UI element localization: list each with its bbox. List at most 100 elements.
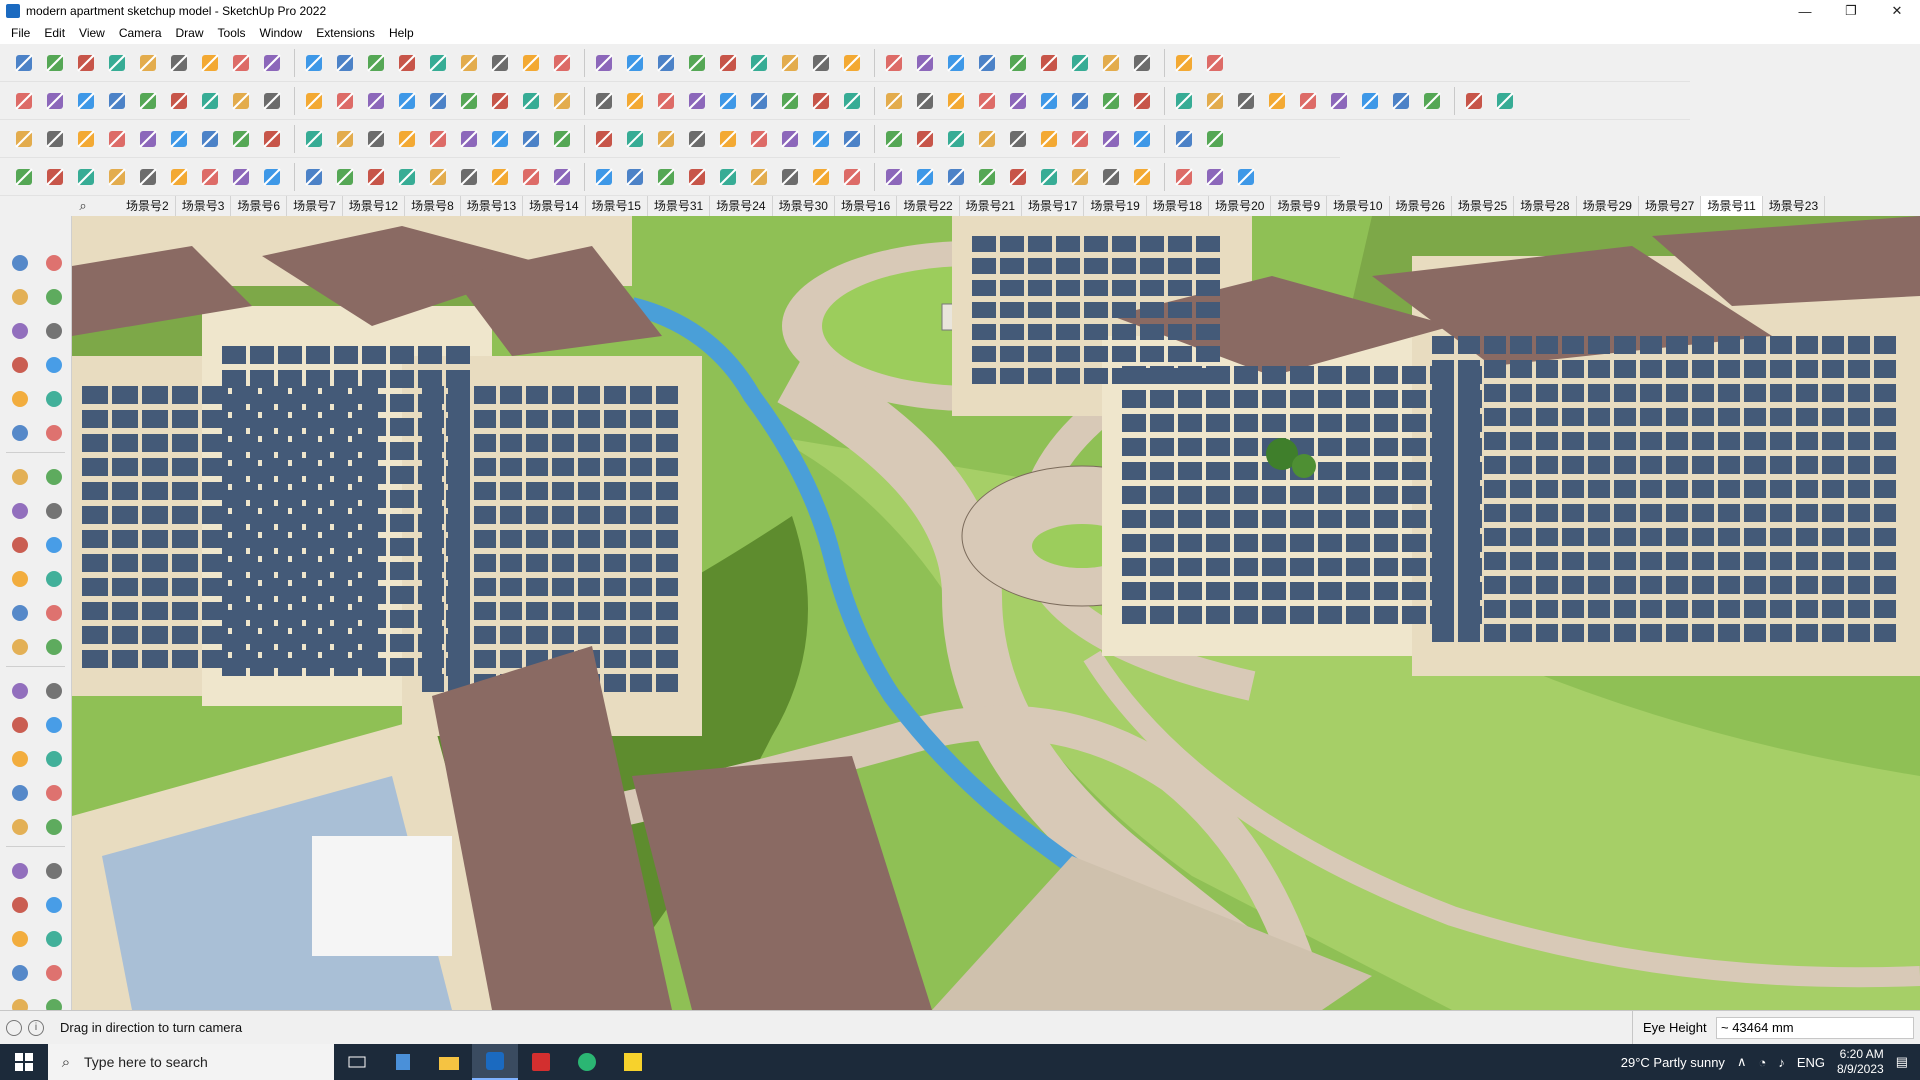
scene-tab[interactable]: 场景号15: [586, 196, 648, 216]
tool-button-icon[interactable]: [103, 49, 131, 77]
tool-button-icon[interactable]: [103, 125, 131, 153]
scene-tab[interactable]: 场景号18: [1147, 196, 1210, 216]
tool-button-icon[interactable]: [362, 163, 390, 191]
tool-button-icon[interactable]: [745, 49, 773, 77]
taskbar-search[interactable]: ⌕ Type here to search: [48, 1044, 334, 1080]
menu-camera[interactable]: Camera: [112, 22, 169, 44]
tool-button-icon[interactable]: [331, 49, 359, 77]
scene-tab[interactable]: 场景号14: [523, 196, 586, 216]
tool-button-icon[interactable]: [621, 125, 649, 153]
start-button[interactable]: [0, 1044, 48, 1080]
tool-button-icon[interactable]: [1201, 87, 1229, 115]
wifi-icon[interactable]: ◔: [1758, 1055, 1766, 1070]
tool-button-icon[interactable]: [165, 49, 193, 77]
minimize-button[interactable]: —: [1782, 0, 1828, 22]
tool-button-icon[interactable]: [6, 813, 34, 841]
tool-button-icon[interactable]: [10, 87, 38, 115]
tool-button-icon[interactable]: [1418, 87, 1446, 115]
tool-button-icon[interactable]: [548, 125, 576, 153]
tool-button-icon[interactable]: [72, 125, 100, 153]
clock[interactable]: 6:20 AM 8/9/2023: [1837, 1047, 1884, 1077]
tool-button-icon[interactable]: [1035, 125, 1063, 153]
tool-button-icon[interactable]: [683, 87, 711, 115]
scene-tab[interactable]: 场景号19: [1084, 196, 1147, 216]
acrobat-icon[interactable]: [518, 1044, 564, 1080]
tool-button-icon[interactable]: [714, 87, 742, 115]
file-explorer-icon[interactable]: [426, 1044, 472, 1080]
tool-button-icon[interactable]: [652, 87, 680, 115]
tool-button-icon[interactable]: [41, 49, 69, 77]
tool-button-icon[interactable]: [40, 419, 68, 447]
tool-button-icon[interactable]: [1356, 87, 1384, 115]
tool-button-icon[interactable]: [486, 87, 514, 115]
tool-button-icon[interactable]: [6, 249, 34, 277]
tool-button-icon[interactable]: [652, 125, 680, 153]
tool-button-icon[interactable]: [807, 87, 835, 115]
weather-widget[interactable]: 29°C Partly sunny: [1621, 1055, 1725, 1070]
tool-button-icon[interactable]: [880, 163, 908, 191]
close-button[interactable]: ✕: [1874, 0, 1920, 22]
tool-button-icon[interactable]: [1128, 125, 1156, 153]
scene-tab[interactable]: 场景号2: [120, 196, 176, 216]
menu-window[interactable]: Window: [253, 22, 310, 44]
tool-button-icon[interactable]: [1066, 49, 1094, 77]
tool-button-icon[interactable]: [1004, 163, 1032, 191]
tool-button-icon[interactable]: [1035, 87, 1063, 115]
tool-button-icon[interactable]: [1128, 163, 1156, 191]
tool-button-icon[interactable]: [165, 163, 193, 191]
task-view-icon[interactable]: [334, 1044, 380, 1080]
tool-button-icon[interactable]: [486, 163, 514, 191]
tool-button-icon[interactable]: [714, 49, 742, 77]
tool-button-icon[interactable]: [72, 163, 100, 191]
scene-tab[interactable]: 场景号25: [1452, 196, 1515, 216]
tool-button-icon[interactable]: [6, 463, 34, 491]
tool-button-icon[interactable]: [1201, 49, 1229, 77]
tool-button-icon[interactable]: [880, 49, 908, 77]
tool-button-icon[interactable]: [911, 163, 939, 191]
tool-button-icon[interactable]: [331, 125, 359, 153]
tool-button-icon[interactable]: [1170, 125, 1198, 153]
tool-button-icon[interactable]: [196, 49, 224, 77]
tool-button-icon[interactable]: [6, 925, 34, 953]
tool-button-icon[interactable]: [1128, 49, 1156, 77]
tool-button-icon[interactable]: [6, 385, 34, 413]
tool-button-icon[interactable]: [1035, 49, 1063, 77]
tool-button-icon[interactable]: [40, 745, 68, 773]
tool-button-icon[interactable]: [1170, 87, 1198, 115]
tool-button-icon[interactable]: [424, 87, 452, 115]
tool-button-icon[interactable]: [393, 163, 421, 191]
tool-button-icon[interactable]: [714, 163, 742, 191]
tool-button-icon[interactable]: [1066, 87, 1094, 115]
tool-button-icon[interactable]: [1097, 49, 1125, 77]
tool-button-icon[interactable]: [1170, 163, 1198, 191]
tool-button-icon[interactable]: [455, 163, 483, 191]
scene-tab[interactable]: 场景号21: [960, 196, 1023, 216]
scene-search-icon[interactable]: ⌕: [72, 196, 94, 216]
tool-button-icon[interactable]: [486, 125, 514, 153]
tool-button-icon[interactable]: [714, 125, 742, 153]
tool-button-icon[interactable]: [517, 163, 545, 191]
tool-button-icon[interactable]: [1066, 163, 1094, 191]
scene-tab[interactable]: 场景号26: [1390, 196, 1452, 216]
tool-button-icon[interactable]: [1232, 87, 1260, 115]
tool-button-icon[interactable]: [621, 87, 649, 115]
tool-button-icon[interactable]: [393, 125, 421, 153]
tool-button-icon[interactable]: [1232, 163, 1260, 191]
tool-button-icon[interactable]: [6, 633, 34, 661]
tool-button-icon[interactable]: [1387, 87, 1415, 115]
tool-button-icon[interactable]: [1097, 87, 1125, 115]
measurement-input[interactable]: ~ 43464 mm: [1716, 1017, 1914, 1039]
menu-help[interactable]: Help: [382, 22, 421, 44]
tool-button-icon[interactable]: [6, 677, 34, 705]
tool-button-icon[interactable]: [683, 125, 711, 153]
tool-button-icon[interactable]: [1066, 125, 1094, 153]
sticky-notes-icon[interactable]: [610, 1044, 656, 1080]
tool-button-icon[interactable]: [6, 745, 34, 773]
tool-button-icon[interactable]: [880, 87, 908, 115]
tool-button-icon[interactable]: [6, 959, 34, 987]
tool-button-icon[interactable]: [6, 565, 34, 593]
tool-button-icon[interactable]: [6, 779, 34, 807]
tool-button-icon[interactable]: [942, 163, 970, 191]
tool-button-icon[interactable]: [776, 125, 804, 153]
tool-button-icon[interactable]: [942, 125, 970, 153]
